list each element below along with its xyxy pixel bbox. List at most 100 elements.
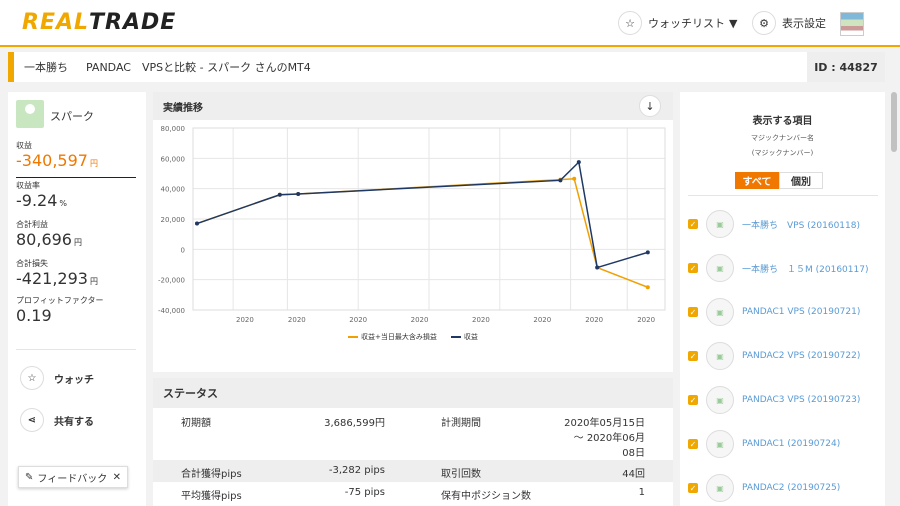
- feedback-button[interactable]: ✎ フィードバック ✕: [18, 466, 128, 488]
- divider: [688, 195, 878, 196]
- checkbox[interactable]: ✓: [688, 483, 698, 493]
- series-line: [196, 160, 649, 269]
- item-label: PANDAC1 (20190724): [742, 439, 841, 449]
- ea-thumbnail-icon: ▣: [706, 386, 734, 414]
- user-thumbnail[interactable]: [840, 12, 864, 36]
- stat-profit: 収益 -340,597 円: [16, 141, 98, 170]
- list-item[interactable]: ✓ ▣ PANDAC1 VPS (20190721): [688, 297, 878, 327]
- data-point[interactable]: [595, 265, 600, 270]
- ea-thumbnail-icon: ▣: [706, 210, 734, 238]
- data-point[interactable]: [576, 160, 581, 165]
- display-settings-button[interactable]: ⚙ 表示設定: [752, 10, 826, 36]
- item-label: 一本勝ち VPS (20160118): [742, 220, 860, 231]
- stat-total-loss: 合計損失 -421,293 円: [16, 259, 98, 288]
- y-tick-label: 80,000: [161, 125, 186, 133]
- data-point[interactable]: [195, 221, 199, 226]
- gear-icon: ⚙: [752, 11, 776, 35]
- y-tick-label: 0: [181, 246, 185, 254]
- item-label: 一本勝ち １５M (20160117): [742, 264, 869, 275]
- chart-title: 実績推移: [163, 102, 203, 114]
- y-tick-label: -20,000: [158, 277, 185, 285]
- watch-button[interactable]: ☆ ウォッチ: [20, 366, 94, 390]
- item-label: PANDAC2 (20190725): [742, 483, 841, 493]
- ea-thumbnail-icon: ▣: [706, 342, 734, 370]
- item-label: PANDAC1 VPS (20190721): [742, 307, 861, 317]
- item-label: PANDAC2 VPS (20190722): [742, 351, 861, 361]
- close-icon[interactable]: ✕: [113, 472, 121, 483]
- status-panel: ステータス 初期額 3,686,599円 計測期間 2020年05月15日～ 2…: [153, 378, 673, 506]
- list-item[interactable]: ✓ ▣ 一本勝ち １５M (20160117): [688, 253, 878, 283]
- checkbox[interactable]: ✓: [688, 351, 698, 361]
- item-label: PANDAC3 VPS (20190723): [742, 395, 861, 405]
- data-point[interactable]: [645, 250, 650, 255]
- feedback-icon: ✎: [25, 471, 34, 483]
- share-button[interactable]: ⋖ 共有する: [20, 408, 94, 432]
- chevron-down-icon: ▼: [729, 16, 738, 30]
- list-item[interactable]: ✓ ▣ PANDAC1 (20190724): [688, 429, 878, 459]
- y-tick-label: -40,000: [158, 307, 185, 315]
- ea-thumbnail-icon: ▣: [706, 254, 734, 282]
- checkbox[interactable]: ✓: [688, 263, 698, 273]
- display-items-panel: 表示する項目 マジックナンバー名 (マジックナンバー) すべて 個別 ✓ ▣ 一本勝…: [680, 92, 885, 506]
- ea-thumbnail-icon: ▣: [706, 298, 734, 326]
- filter-toggle: すべて 個別: [735, 172, 823, 189]
- watchlist-label: ウォッチリスト: [648, 17, 725, 30]
- series-line: [196, 178, 649, 288]
- page-title: PANDAC VPSと比較 - スパーク さんのMT4: [86, 61, 311, 74]
- star-icon: ☆: [618, 11, 642, 35]
- checkbox[interactable]: ✓: [688, 307, 698, 317]
- checkbox[interactable]: ✓: [688, 219, 698, 229]
- account-id-badge: ID : 44827: [807, 52, 885, 82]
- breadcrumb-prefix: 一本勝ち: [24, 61, 68, 74]
- data-point[interactable]: [296, 191, 301, 196]
- x-tick-label: 2020: [288, 316, 306, 324]
- y-tick-label: 60,000: [161, 155, 186, 163]
- list-item[interactable]: ✓ ▣ PANDAC3 VPS (20190723): [688, 385, 878, 415]
- y-tick-label: 20,000: [161, 216, 186, 224]
- tab-individual[interactable]: 個別: [779, 172, 823, 189]
- list-item[interactable]: ✓ ▣ 一本勝ち VPS (20160118): [688, 209, 878, 239]
- profit-value: -340,597: [16, 151, 88, 170]
- list-item[interactable]: ✓ ▣ PANDAC2 VPS (20190722): [688, 341, 878, 371]
- y-tick-label: 40,000: [161, 186, 186, 194]
- settings-label: 表示設定: [782, 17, 826, 30]
- x-tick-label: 2020: [585, 316, 603, 324]
- x-tick-label: 2020: [411, 316, 429, 324]
- download-icon[interactable]: ↓: [639, 95, 661, 117]
- checkbox[interactable]: ✓: [688, 395, 698, 405]
- share-icon: ⋖: [20, 408, 44, 432]
- legend-item[interactable]: 収益+当日最大含み損益: [348, 332, 437, 342]
- data-point[interactable]: [277, 192, 282, 197]
- chart-legend: 収益+当日最大含み損益 収益: [348, 332, 478, 342]
- x-tick-label: 2020: [472, 316, 490, 324]
- line-chart: 80,000 60,000 40,000 20,000 0 -20,000 -40,000 2…: [158, 125, 666, 324]
- side-title: 表示する項目: [752, 116, 813, 127]
- list-item[interactable]: ✓ ▣ PANDAC2 (20190725): [688, 473, 878, 503]
- logo[interactable]: REALTRADE: [22, 10, 176, 35]
- data-point[interactable]: [558, 178, 563, 183]
- user-name: スパーク: [50, 110, 94, 123]
- status-title: ステータス: [163, 387, 218, 400]
- star-icon: ☆: [20, 366, 44, 390]
- data-point[interactable]: [645, 285, 650, 290]
- breadcrumb: 一本勝ち PANDAC VPSと比較 - スパーク さんのMT4 ID : 44…: [8, 52, 885, 82]
- stat-profit-factor: プロフィットファクター 0.19: [16, 296, 104, 325]
- stat-total-profit: 合計利益 80,696 円: [16, 220, 82, 249]
- tab-all[interactable]: すべて: [735, 172, 779, 189]
- avatar: [16, 100, 44, 128]
- divider: [16, 177, 136, 178]
- scrollbar[interactable]: [890, 92, 898, 506]
- divider: [16, 349, 136, 350]
- x-tick-label: 2020: [637, 316, 655, 324]
- ea-thumbnail-icon: ▣: [706, 430, 734, 458]
- stat-return-rate: 収益率 -9.24%: [16, 181, 68, 210]
- x-tick-label: 2020: [349, 316, 367, 324]
- profile-panel: スパーク 収益 -340,597 円 収益率 -9.24% 合計利益 80,696…: [8, 92, 146, 506]
- performance-chart-panel: 実績推移 ↓ 80,000 60,000 40,000 20,000 0 -20,000 -…: [153, 92, 673, 372]
- ea-thumbnail-icon: ▣: [706, 474, 734, 502]
- watchlist-button[interactable]: ☆ ウォッチリスト ▼: [618, 10, 737, 36]
- legend-item[interactable]: 収益: [450, 332, 478, 342]
- x-tick-label: 2020: [533, 316, 551, 324]
- checkbox[interactable]: ✓: [688, 439, 698, 449]
- data-point[interactable]: [572, 176, 577, 181]
